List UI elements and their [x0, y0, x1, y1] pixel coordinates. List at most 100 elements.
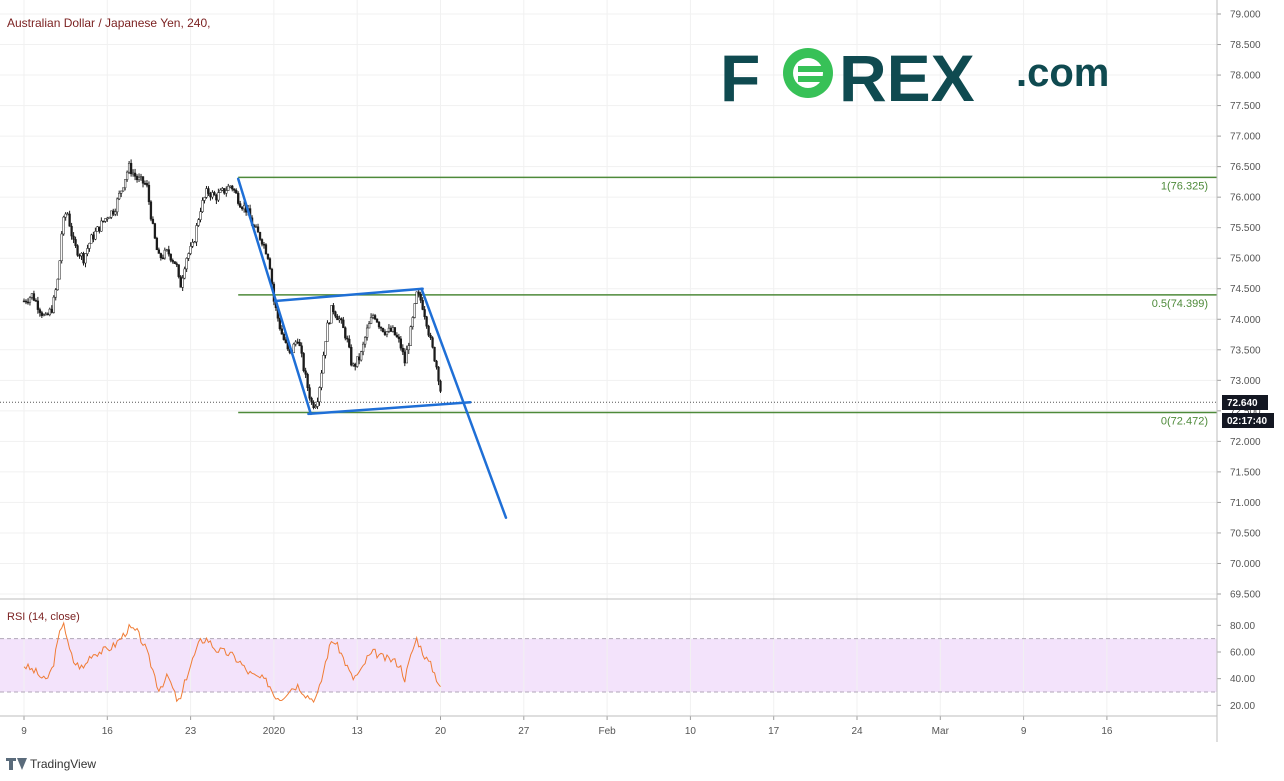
- candle-body: [419, 293, 422, 301]
- candle-body: [183, 268, 186, 279]
- fib-level-label: 0(72.472): [1161, 416, 1208, 428]
- time-tick-label: 10: [685, 726, 697, 737]
- candle-body: [129, 162, 133, 175]
- candle-body: [197, 219, 200, 226]
- price-tick-label: 76.000: [1230, 193, 1261, 204]
- candle-body: [403, 351, 406, 364]
- price-tick-label: 77.500: [1230, 101, 1261, 112]
- candle-body: [143, 182, 147, 185]
- candle-body: [373, 315, 377, 320]
- fib-level-label: 1(76.325): [1161, 180, 1208, 192]
- candle-body: [369, 317, 373, 324]
- candle-body: [217, 192, 220, 201]
- candle-body: [32, 293, 36, 301]
- chart-root: 1(76.325) 0.5(74.399) 0(72.472) 69.500 70.0…: [0, 0, 1284, 781]
- candle-body: [423, 309, 426, 317]
- candle-body: [221, 188, 224, 191]
- time-tick-label: 23: [185, 726, 197, 737]
- candle-body: [153, 223, 157, 239]
- candle-body: [26, 301, 30, 304]
- candle-body: [318, 387, 321, 403]
- candle-body: [409, 326, 412, 346]
- candle-body: [48, 308, 51, 315]
- candle-body: [302, 353, 305, 372]
- candle-body: [367, 323, 371, 329]
- time-tick-label: 17: [768, 726, 780, 737]
- candle-body: [72, 235, 75, 240]
- rsi-tick-label: 80.00: [1230, 621, 1255, 632]
- candle-body: [135, 176, 139, 180]
- candle-body: [157, 249, 161, 254]
- price-tick-label: 69.500: [1230, 590, 1261, 601]
- candle-body: [50, 308, 53, 313]
- forex-logo-o-icon: [783, 48, 833, 98]
- candle-body: [22, 300, 26, 303]
- candle-body: [215, 194, 218, 201]
- candle-body: [70, 225, 73, 237]
- candle-body: [165, 249, 168, 251]
- candle-body: [254, 226, 258, 229]
- candle-body: [122, 187, 125, 192]
- candle-body: [437, 366, 440, 382]
- candle-body: [139, 176, 143, 178]
- price-tick-label: 76.500: [1230, 162, 1261, 173]
- candle-body: [324, 341, 327, 356]
- candle-body: [195, 225, 198, 243]
- price-tick-label: 71.500: [1230, 467, 1261, 478]
- candle-body: [155, 237, 159, 251]
- candle-body: [100, 220, 103, 232]
- rsi-band: [0, 638, 1217, 692]
- candle-body: [284, 339, 287, 343]
- time-tick-label: 2020: [263, 726, 286, 737]
- price-tick-label: 71.000: [1230, 498, 1261, 509]
- candle-body: [365, 327, 369, 338]
- candle-body: [78, 254, 81, 257]
- time-tick-label: Mar: [932, 726, 950, 737]
- candle-body: [342, 319, 345, 329]
- candle-body: [219, 189, 222, 193]
- candle-body: [159, 253, 162, 259]
- candle-body: [427, 325, 430, 336]
- price-tick-label: 73.000: [1230, 376, 1261, 387]
- candle-body: [316, 401, 319, 407]
- candle-body: [233, 188, 236, 191]
- candle-body: [66, 213, 69, 216]
- candle-body: [169, 253, 172, 261]
- candle-body: [187, 253, 190, 259]
- candle-body: [189, 246, 192, 254]
- candle-body: [46, 313, 49, 316]
- candle-body: [338, 318, 341, 321]
- candle-body: [439, 380, 442, 392]
- candle-body: [389, 327, 393, 332]
- candle-body: [68, 213, 71, 227]
- candle-body: [344, 327, 347, 339]
- candle-body: [213, 192, 216, 196]
- candle-body: [312, 401, 315, 408]
- candle-body: [387, 327, 391, 332]
- rsi-tick-label: 20.00: [1230, 701, 1255, 712]
- price-tick-label: 70.000: [1230, 559, 1261, 570]
- candle-body: [80, 253, 83, 257]
- candle-body: [350, 347, 353, 366]
- candle-body: [340, 318, 343, 321]
- candle-body: [298, 342, 301, 347]
- candle-body: [141, 176, 145, 184]
- candle-body: [415, 291, 418, 304]
- candle-body: [125, 171, 129, 180]
- candle-body: [256, 226, 260, 233]
- candle-body: [40, 312, 44, 316]
- countdown-tag: 02:17:40: [1222, 413, 1274, 428]
- candle-body: [381, 327, 385, 333]
- candle-body: [328, 322, 331, 325]
- candle-body: [300, 345, 303, 354]
- candle-body: [320, 372, 323, 388]
- candle-body: [362, 343, 365, 352]
- rsi-label: RSI (14, close): [7, 611, 80, 623]
- candle-body: [314, 406, 317, 408]
- candle-body: [336, 315, 339, 321]
- candle-body: [86, 248, 89, 254]
- rsi-tick-label: 60.00: [1230, 648, 1255, 659]
- candle-body: [239, 203, 242, 208]
- candle-body: [346, 337, 349, 340]
- candle-body: [181, 277, 184, 288]
